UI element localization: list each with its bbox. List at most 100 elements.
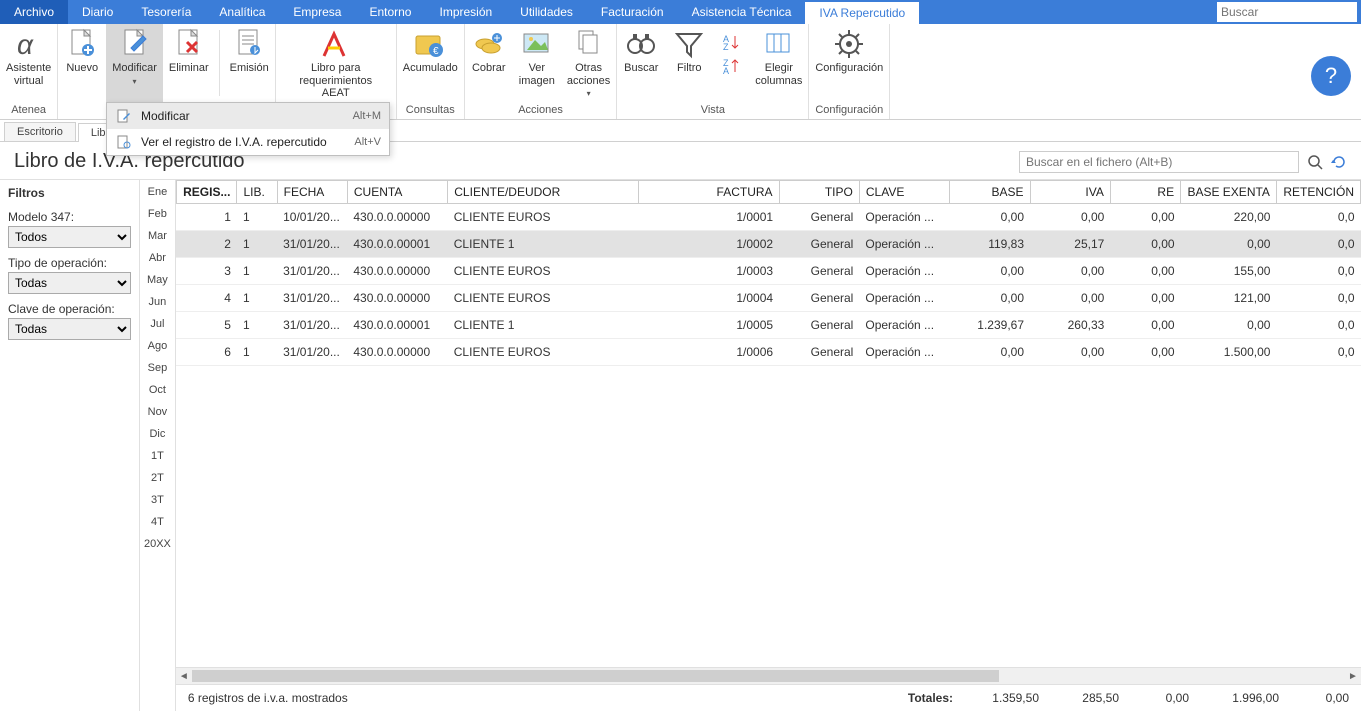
nuevo-button[interactable]: Nuevo bbox=[58, 24, 106, 102]
table-scroll[interactable]: REGIS...LIB.FECHACUENTACLIENTE/DEUDORFAC… bbox=[176, 180, 1361, 668]
coins-icon bbox=[473, 28, 505, 60]
file-search-input[interactable] bbox=[1019, 151, 1299, 173]
table-row[interactable]: 1110/01/20...430.0.0.00000CLIENTE EUROS1… bbox=[176, 204, 1360, 231]
cell-regis: 6 bbox=[176, 339, 237, 366]
col-header[interactable]: BASE bbox=[950, 181, 1030, 204]
modelo-select[interactable]: Todos bbox=[8, 226, 131, 248]
col-header[interactable]: RE bbox=[1110, 181, 1180, 204]
eliminar-button[interactable]: Eliminar bbox=[163, 24, 215, 102]
col-header[interactable]: CLAVE bbox=[859, 181, 949, 204]
col-header[interactable]: FECHA bbox=[277, 181, 347, 204]
scroll-right-icon[interactable]: ► bbox=[1345, 671, 1361, 682]
cell-cliente: CLIENTE EUROS bbox=[448, 204, 639, 231]
cell-lib: 1 bbox=[237, 285, 277, 312]
menu-diario[interactable]: Diario bbox=[68, 0, 127, 24]
dropdown-item-ver-registro[interactable]: Ver el registro de I.V.A. repercutido Al… bbox=[107, 129, 389, 155]
menu-analitica[interactable]: Analítica bbox=[205, 0, 279, 24]
buscar-button[interactable]: Buscar bbox=[617, 24, 665, 102]
ribbon-group-atenea: α Asistente virtual Atenea bbox=[0, 24, 58, 119]
acumulado-button[interactable]: € Acumulado bbox=[397, 24, 464, 102]
cell-fecha: 31/01/20... bbox=[277, 258, 347, 285]
cell-iva: 25,17 bbox=[1030, 231, 1110, 258]
modificar-button[interactable]: Modificar ▾ bbox=[106, 24, 163, 102]
refresh-icon[interactable] bbox=[1331, 154, 1347, 170]
global-search-input[interactable] bbox=[1221, 5, 1353, 19]
ver-imagen-button[interactable]: Ver imagen bbox=[513, 24, 561, 102]
cell-ret: 0,0 bbox=[1276, 312, 1360, 339]
group-label-consultas: Consultas bbox=[397, 102, 464, 119]
month-dic[interactable]: Dic bbox=[140, 426, 175, 442]
cobrar-button[interactable]: Cobrar bbox=[465, 24, 513, 102]
menu-entorno[interactable]: Entorno bbox=[355, 0, 425, 24]
dropdown-item-modificar[interactable]: Modificar Alt+M bbox=[107, 103, 389, 129]
aeat-icon bbox=[320, 28, 352, 60]
month-oct[interactable]: Oct bbox=[140, 382, 175, 398]
menu-empresa[interactable]: Empresa bbox=[279, 0, 355, 24]
cell-exenta: 155,00 bbox=[1181, 258, 1277, 285]
elegir-columnas-button[interactable]: Elegir columnas bbox=[749, 24, 808, 102]
col-header[interactable]: REGIS... bbox=[176, 181, 237, 204]
month-sep[interactable]: Sep bbox=[140, 360, 175, 376]
month-3t[interactable]: 3T bbox=[140, 492, 175, 508]
table-row[interactable]: 3131/01/20...430.0.0.00000CLIENTE EUROS1… bbox=[176, 258, 1360, 285]
col-header[interactable]: CLIENTE/DEUDOR bbox=[448, 181, 639, 204]
month-abr[interactable]: Abr bbox=[140, 250, 175, 266]
filtro-button[interactable]: Filtro bbox=[665, 24, 713, 102]
cell-ret: 0,0 bbox=[1276, 285, 1360, 312]
scroll-track[interactable] bbox=[192, 670, 1345, 682]
month-1t[interactable]: 1T bbox=[140, 448, 175, 464]
month-jul[interactable]: Jul bbox=[140, 316, 175, 332]
month-nov[interactable]: Nov bbox=[140, 404, 175, 420]
clave-select[interactable]: Todas bbox=[8, 318, 131, 340]
month-feb[interactable]: Feb bbox=[140, 206, 175, 222]
scroll-thumb[interactable] bbox=[192, 670, 999, 682]
table-row[interactable]: 4131/01/20...430.0.0.00000CLIENTE EUROS1… bbox=[176, 285, 1360, 312]
menu-impresion[interactable]: Impresión bbox=[425, 0, 506, 24]
month-20xx[interactable]: 20XX bbox=[140, 536, 175, 552]
month-mar[interactable]: Mar bbox=[140, 228, 175, 244]
month-may[interactable]: May bbox=[140, 272, 175, 288]
menu-utilidades[interactable]: Utilidades bbox=[506, 0, 587, 24]
col-header[interactable]: BASE EXENTA bbox=[1181, 181, 1277, 204]
tab-escritorio[interactable]: Escritorio bbox=[4, 122, 76, 141]
menu-facturacion[interactable]: Facturación bbox=[587, 0, 678, 24]
tipo-select[interactable]: Todas bbox=[8, 272, 131, 294]
month-ago[interactable]: Ago bbox=[140, 338, 175, 354]
menu-archivo[interactable]: Archivo bbox=[0, 0, 68, 24]
cell-re: 0,00 bbox=[1110, 285, 1180, 312]
table-row[interactable]: 6131/01/20...430.0.0.00000CLIENTE EUROS1… bbox=[176, 339, 1360, 366]
help-button[interactable]: ? bbox=[1311, 56, 1351, 96]
asistente-virtual-button[interactable]: α Asistente virtual bbox=[0, 24, 57, 102]
menu-iva-repercutido[interactable]: IVA Repercutido bbox=[805, 0, 919, 24]
month-2t[interactable]: 2T bbox=[140, 470, 175, 486]
cell-base: 119,83 bbox=[950, 231, 1030, 258]
col-header[interactable]: IVA bbox=[1030, 181, 1110, 204]
col-header[interactable]: RETENCIÓN bbox=[1276, 181, 1360, 204]
cobrar-label: Cobrar bbox=[472, 62, 506, 75]
table-row[interactable]: 5131/01/20...430.0.0.00001CLIENTE 11/000… bbox=[176, 312, 1360, 339]
table-row[interactable]: 2131/01/20...430.0.0.00001CLIENTE 11/000… bbox=[176, 231, 1360, 258]
cell-re: 0,00 bbox=[1110, 312, 1180, 339]
configuracion-button[interactable]: Configuración bbox=[809, 24, 889, 102]
global-search[interactable] bbox=[1217, 2, 1357, 22]
libro-aeat-button[interactable]: Libro para requerimientos AEAT bbox=[276, 24, 396, 102]
month-4t[interactable]: 4T bbox=[140, 514, 175, 530]
ver-imagen-label: Ver imagen bbox=[519, 62, 555, 87]
col-header[interactable]: TIPO bbox=[779, 181, 859, 204]
cell-clave: Operación ... bbox=[859, 312, 949, 339]
otras-acciones-button[interactable]: Otras acciones ▾ bbox=[561, 24, 616, 102]
col-header[interactable]: CUENTA bbox=[347, 181, 447, 204]
month-jun[interactable]: Jun bbox=[140, 294, 175, 310]
ordenar-button[interactable]: AZ ZA bbox=[713, 24, 749, 102]
col-header[interactable]: FACTURA bbox=[639, 181, 780, 204]
menu-asistencia[interactable]: Asistencia Técnica bbox=[678, 0, 806, 24]
col-header[interactable]: LIB. bbox=[237, 181, 277, 204]
total-re: 0,00 bbox=[1119, 691, 1189, 705]
search-icon[interactable] bbox=[1307, 154, 1323, 170]
cell-base: 0,00 bbox=[950, 285, 1030, 312]
emision-button[interactable]: Emisión bbox=[224, 24, 275, 102]
scroll-left-icon[interactable]: ◄ bbox=[176, 671, 192, 682]
horizontal-scrollbar[interactable]: ◄ ► bbox=[176, 668, 1361, 684]
menu-tesoreria[interactable]: Tesorería bbox=[127, 0, 205, 24]
month-ene[interactable]: Ene bbox=[140, 184, 175, 200]
